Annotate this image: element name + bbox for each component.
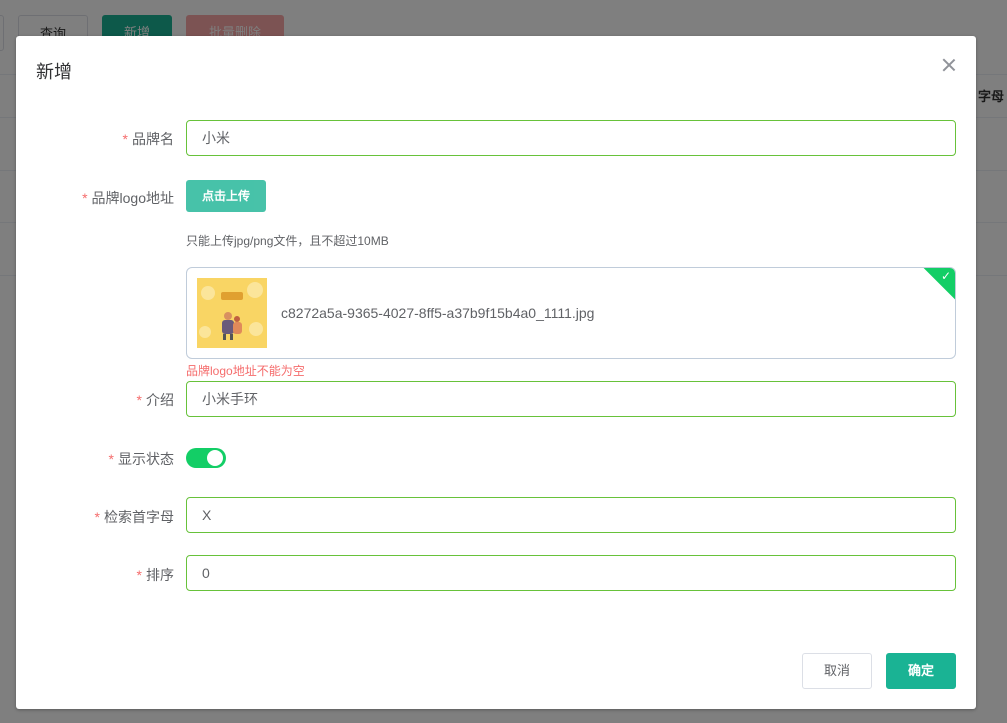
confirm-button[interactable]: 确定 [886,653,956,689]
brand-name-input[interactable] [186,120,956,156]
switch-knob [207,450,223,466]
intro-input[interactable] [186,381,956,417]
cancel-button[interactable]: 取消 [802,653,872,689]
show-status-switch[interactable] [186,448,226,468]
intro-label: * 介绍 [136,392,174,408]
check-icon: ✓ [940,269,951,283]
close-icon[interactable] [942,58,956,72]
first-letter-label: * 检索首字母 [94,509,174,525]
upload-success-badge [923,268,955,301]
file-thumbnail [197,278,267,348]
brand-name-label: * 品牌名 [122,131,174,147]
logo-error-message: 品牌logo地址不能为空 [186,364,305,378]
show-status-label: * 显示状态 [108,451,174,467]
uploaded-file-card[interactable]: c8272a5a-9365-4027-8ff5-a37b9f15b4a0_111… [186,267,956,359]
sort-label: * 排序 [136,567,174,583]
sort-input[interactable] [186,555,956,591]
dialog-title: 新增 [36,62,72,82]
brand-logo-label: * 品牌logo地址 [82,190,174,206]
file-name: c8272a5a-9365-4027-8ff5-a37b9f15b4a0_111… [281,305,595,321]
upload-tip: 只能上传jpg/png文件，且不超过10MB [186,234,389,248]
first-letter-input[interactable] [186,497,956,533]
add-brand-dialog: 新增 *品牌名 *品牌logo地址 点击上传 只能上传jpg/png文件，且不超… [16,36,976,709]
upload-button[interactable]: 点击上传 [186,180,266,212]
